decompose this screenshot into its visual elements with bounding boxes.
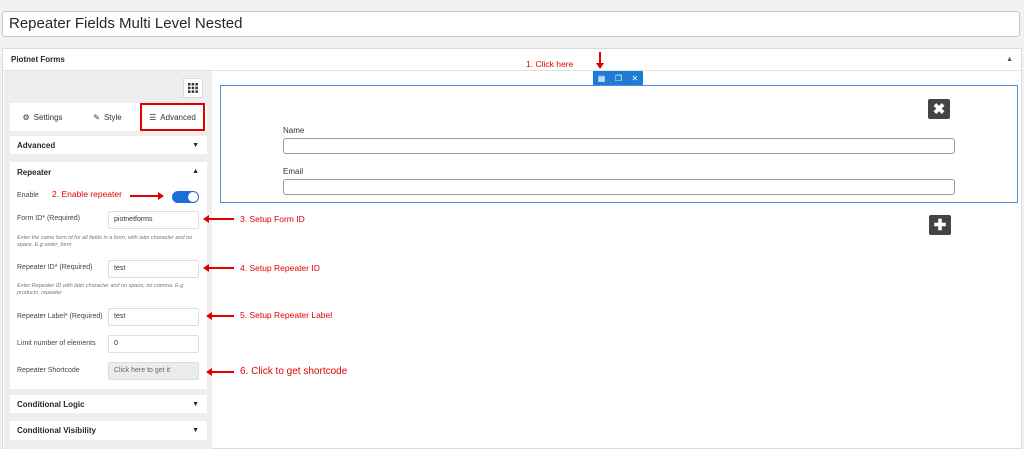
limit-label: Limit number of elements: [17, 340, 96, 347]
tab-style[interactable]: ✎ Style: [75, 103, 140, 131]
close-icon[interactable]: ✕: [632, 74, 639, 83]
repeater-id-label: Repeater ID* (Required): [17, 264, 93, 271]
section-conditional-logic[interactable]: Conditional Logic ▼: [10, 395, 207, 413]
chevron-down-icon: ▼: [192, 427, 199, 434]
duplicate-icon[interactable]: ❐: [615, 74, 622, 83]
enable-label: Enable: [17, 192, 39, 199]
tab-advanced[interactable]: ☰ Advanced: [140, 103, 205, 131]
form-id-help: Enter the same form id for all fields in…: [17, 235, 193, 248]
tab-style-label: Style: [103, 112, 122, 122]
arrow-left: [206, 368, 234, 376]
chevron-up-icon[interactable]: ▲: [192, 168, 199, 175]
toggle-knob: [188, 192, 198, 202]
section-repeater-label: Repeater: [17, 168, 52, 177]
arrowhead-down-icon: [596, 63, 604, 69]
grid-icon[interactable]: ▦: [598, 74, 606, 83]
arrow-left: [203, 215, 234, 223]
tab-advanced-label: Advanced: [160, 112, 196, 122]
section-advanced[interactable]: Advanced ▼: [10, 136, 207, 154]
arrow-left: [206, 312, 234, 320]
panel-title: Piotnet Forms: [11, 55, 65, 64]
arrow-left: [203, 264, 234, 272]
section-conditional-visibility-label: Conditional Visibility: [17, 426, 96, 435]
panel-header: Piotnet Forms ▲: [3, 49, 1021, 71]
add-icon[interactable]: ✚: [929, 215, 951, 235]
enable-toggle[interactable]: [172, 191, 199, 203]
page-title-input[interactable]: Repeater Fields Multi Level Nested: [2, 11, 1020, 37]
annotation-repeater-label: 5. Setup Repeater Label: [240, 310, 333, 320]
widget-toolbar: ▦ ❐ ✕: [593, 71, 643, 85]
chevron-down-icon: ▼: [192, 400, 199, 408]
remove-icon[interactable]: ✖: [928, 99, 950, 119]
name-field[interactable]: [283, 138, 955, 154]
form-id-input[interactable]: piotnetforms: [108, 211, 199, 229]
annotation-enable-repeater: 2. Enable repeater: [52, 189, 122, 199]
annotation-click-here: 1. Click here: [526, 59, 574, 69]
shortcode-button[interactable]: Click here to get it: [108, 362, 199, 380]
repeater-id-input[interactable]: test: [108, 260, 199, 278]
section-conditional-visibility[interactable]: Conditional Visibility ▼: [10, 421, 207, 440]
arrow-right: [130, 192, 164, 200]
shortcode-label: Repeater Shortcode: [17, 367, 80, 374]
repeater-id-help: Enter Repeater ID with latin character a…: [17, 283, 184, 296]
tab-settings-label: Settings: [33, 112, 63, 122]
gear-icon: ⚙: [22, 112, 30, 122]
chevron-down-icon: ▼: [192, 141, 199, 149]
email-label: Email: [283, 167, 304, 176]
limit-input[interactable]: 0: [108, 335, 199, 353]
sliders-icon: ☰: [149, 112, 157, 122]
annotation-form-id: 3. Setup Form ID: [240, 214, 305, 224]
annotation-repeater-id: 4. Setup Repeater ID: [240, 263, 320, 273]
grid-icon[interactable]: [183, 78, 203, 98]
name-label: Name: [283, 126, 305, 135]
settings-tabs: ⚙ Settings ✎ Style ☰ Advanced: [10, 103, 207, 131]
section-conditional-logic-label: Conditional Logic: [17, 399, 85, 409]
section-advanced-label: Advanced: [17, 140, 56, 150]
form-id-label: Form ID* (Required): [17, 215, 81, 222]
email-field[interactable]: [283, 179, 955, 195]
tab-settings[interactable]: ⚙ Settings: [10, 103, 75, 131]
repeater-label-label: Repeater Label* (Required): [17, 313, 103, 320]
brush-icon: ✎: [93, 112, 100, 122]
annotation-shortcode: 6. Click to get shortcode: [240, 366, 348, 377]
collapse-up-icon[interactable]: ▲: [1006, 49, 1013, 71]
repeater-label-input[interactable]: test: [108, 308, 199, 326]
